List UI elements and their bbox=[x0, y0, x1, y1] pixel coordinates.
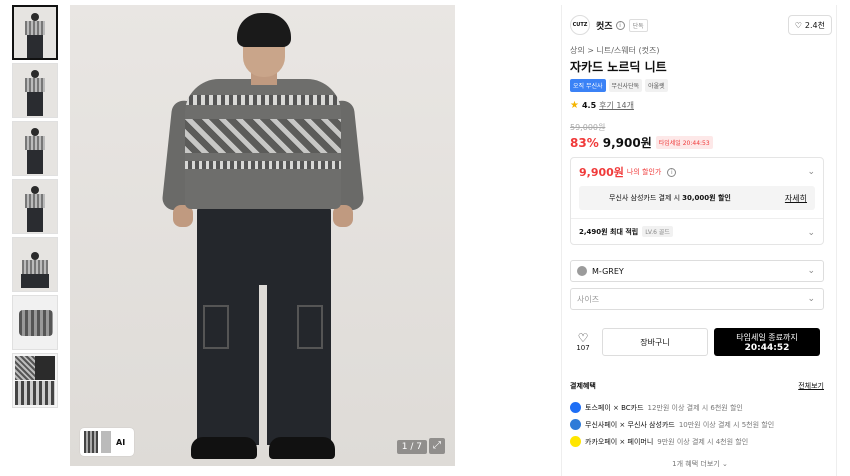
payment-name: 무신사페이 × 무신사 삼성카드 bbox=[585, 420, 675, 429]
add-to-cart-button[interactable]: 장바구니 bbox=[602, 328, 708, 356]
benefit-box: 9,900원 나의 할인가 i ⌄ 무신사 삼성카드 결제 시 30,000원 … bbox=[570, 157, 824, 245]
payment-row: 무신사페이 × 무신사 삼성카드 10만원 이상 결제 시 5천원 할인 bbox=[570, 419, 774, 430]
my-price: 9,900원 bbox=[579, 166, 624, 179]
product-tags: 오직 무신사 무신사단독 아울렛 bbox=[570, 79, 668, 92]
image-counter: 1 / 7 bbox=[396, 440, 427, 454]
size-placeholder: 사이즈 bbox=[577, 294, 600, 304]
rating: ★ 4.5 후기 14개 bbox=[570, 100, 634, 111]
thumbnail-2[interactable] bbox=[12, 63, 58, 118]
thumbnail-7[interactable] bbox=[12, 353, 58, 408]
payment-benefits-title: 결제혜택 bbox=[570, 382, 596, 390]
payment-name: 카카오페이 × 페이머니 bbox=[585, 437, 654, 446]
chevron-down-icon[interactable]: ⌄ bbox=[807, 228, 815, 238]
color-value: M-GREY bbox=[592, 266, 624, 276]
heart-icon: ♡ bbox=[577, 331, 589, 345]
card-promo-prefix: 무신사 삼성카드 결제 시 bbox=[609, 194, 681, 202]
payment-desc: 12만원 이상 결제 시 6천원 할인 bbox=[647, 403, 743, 412]
expand-icon[interactable]: ⤢ bbox=[429, 438, 445, 454]
product-page: AI 1 / 7 ⤢ CUTZ 컷즈 i 단독 ♡ 2.4천 상의 > 니트/스… bbox=[0, 0, 850, 476]
more-benefits-label: 1개 혜택 더보기 bbox=[672, 460, 720, 468]
thumbnail-list bbox=[12, 5, 60, 411]
action-row: ♡ 107 장바구니 타임세일 종료까지 20:44:52 bbox=[570, 327, 824, 357]
wish-count: 107 bbox=[576, 344, 590, 352]
my-price-row[interactable]: 9,900원 나의 할인가 i bbox=[579, 164, 677, 180]
review-link[interactable]: 후기 14개 bbox=[599, 100, 634, 111]
buy-label: 타임세일 종료까지 bbox=[736, 332, 798, 342]
thumbnail-4[interactable] bbox=[12, 179, 58, 234]
tag-only-musinsa: 오직 무신사 bbox=[570, 79, 606, 92]
toss-icon bbox=[570, 402, 581, 413]
thumbnail-1[interactable] bbox=[12, 5, 58, 60]
brand-tag: 단독 bbox=[628, 18, 648, 32]
like-count: 2.4천 bbox=[804, 20, 825, 30]
info-icon[interactable]: i bbox=[615, 20, 625, 30]
thumbnail-3[interactable] bbox=[12, 121, 58, 176]
card-promo-amount: 30,000원 할인 bbox=[682, 194, 731, 202]
brand-name[interactable]: 컷즈 bbox=[596, 19, 613, 32]
chevron-down-icon: ⌄ bbox=[807, 294, 815, 304]
points-text: 2,490원 최대 적립 bbox=[579, 227, 639, 236]
product-info-panel: CUTZ 컷즈 i 단독 ♡ 2.4천 상의 > 니트/스웨터 (컷즈) 자카드… bbox=[561, 5, 837, 476]
heart-icon: ♡ bbox=[794, 20, 802, 30]
brand-logo[interactable]: CUTZ bbox=[570, 15, 590, 35]
star-icon: ★ bbox=[570, 100, 579, 111]
thumbnail-5[interactable] bbox=[12, 237, 58, 292]
divider bbox=[571, 218, 823, 219]
product-title: 자카드 노르딕 니트 bbox=[570, 60, 667, 74]
payment-row: 토스페이 × BC카드 12만원 이상 결제 시 6천원 할인 bbox=[570, 402, 743, 413]
buy-button[interactable]: 타임세일 종료까지 20:44:52 bbox=[714, 328, 820, 356]
chevron-down-icon[interactable]: ⌄ bbox=[807, 167, 815, 177]
brand-like-button[interactable]: ♡ 2.4천 bbox=[787, 15, 832, 35]
my-price-label: 나의 할인가 bbox=[626, 168, 662, 176]
info-icon[interactable]: i bbox=[667, 167, 677, 177]
payment-desc: 9만원 이상 결제 시 4천원 할인 bbox=[657, 437, 749, 446]
price-row: 83% 9,900원 타임세일 20:44:53 bbox=[570, 134, 713, 151]
ai-try-on-button[interactable]: AI bbox=[80, 428, 134, 456]
points-row[interactable]: 2,490원 최대 적립 LV.6 골드 bbox=[579, 226, 673, 237]
payment-name: 토스페이 × BC카드 bbox=[585, 403, 644, 412]
rating-value: 4.5 bbox=[581, 101, 597, 110]
payment-row: 카카오페이 × 페이머니 9만원 이상 결제 시 4천원 할인 bbox=[570, 436, 748, 447]
payment-desc: 10만원 이상 결제 시 5천원 할인 bbox=[678, 420, 775, 429]
sale-price: 9,900원 bbox=[602, 136, 652, 150]
size-select[interactable]: 사이즈 ⌄ bbox=[570, 288, 824, 310]
chevron-down-icon: ⌄ bbox=[807, 266, 815, 276]
musinsa-pay-icon bbox=[570, 419, 581, 430]
brand-row: CUTZ 컷즈 i 단독 ♡ 2.4천 bbox=[570, 13, 832, 37]
wishlist-button[interactable]: ♡ 107 bbox=[570, 332, 596, 352]
tag-outlet: 아울렛 bbox=[645, 79, 668, 92]
color-select[interactable]: M-GREY ⌄ bbox=[570, 260, 824, 282]
buy-timer: 20:44:52 bbox=[744, 342, 790, 353]
thumbnail-6[interactable] bbox=[12, 295, 58, 350]
card-detail-link[interactable]: 자세히 bbox=[785, 193, 807, 204]
more-benefits-button[interactable]: 1개 혜택 더보기 ⌄ bbox=[562, 459, 838, 469]
chevron-down-icon: ⌄ bbox=[721, 460, 728, 468]
card-promo: 무신사 삼성카드 결제 시 30,000원 할인 자세히 bbox=[579, 186, 815, 210]
kakao-pay-icon bbox=[570, 436, 581, 447]
timesale-badge: 타임세일 20:44:53 bbox=[655, 136, 713, 149]
discount-rate: 83% bbox=[570, 135, 599, 150]
ai-label: AI bbox=[116, 437, 126, 447]
payment-benefits-header: 결제혜택 전체보기 bbox=[570, 381, 824, 391]
main-product-image[interactable]: AI 1 / 7 ⤢ bbox=[70, 5, 455, 466]
breadcrumb[interactable]: 상의 > 니트/스웨터 (컷즈) bbox=[570, 45, 660, 56]
view-all-link[interactable]: 전체보기 bbox=[798, 381, 824, 391]
model-photo bbox=[160, 5, 365, 466]
level-badge: LV.6 골드 bbox=[642, 226, 673, 237]
color-swatch bbox=[577, 266, 587, 276]
tag-exclusive: 무신사단독 bbox=[608, 79, 643, 92]
original-price: 59,000원 bbox=[570, 123, 606, 132]
